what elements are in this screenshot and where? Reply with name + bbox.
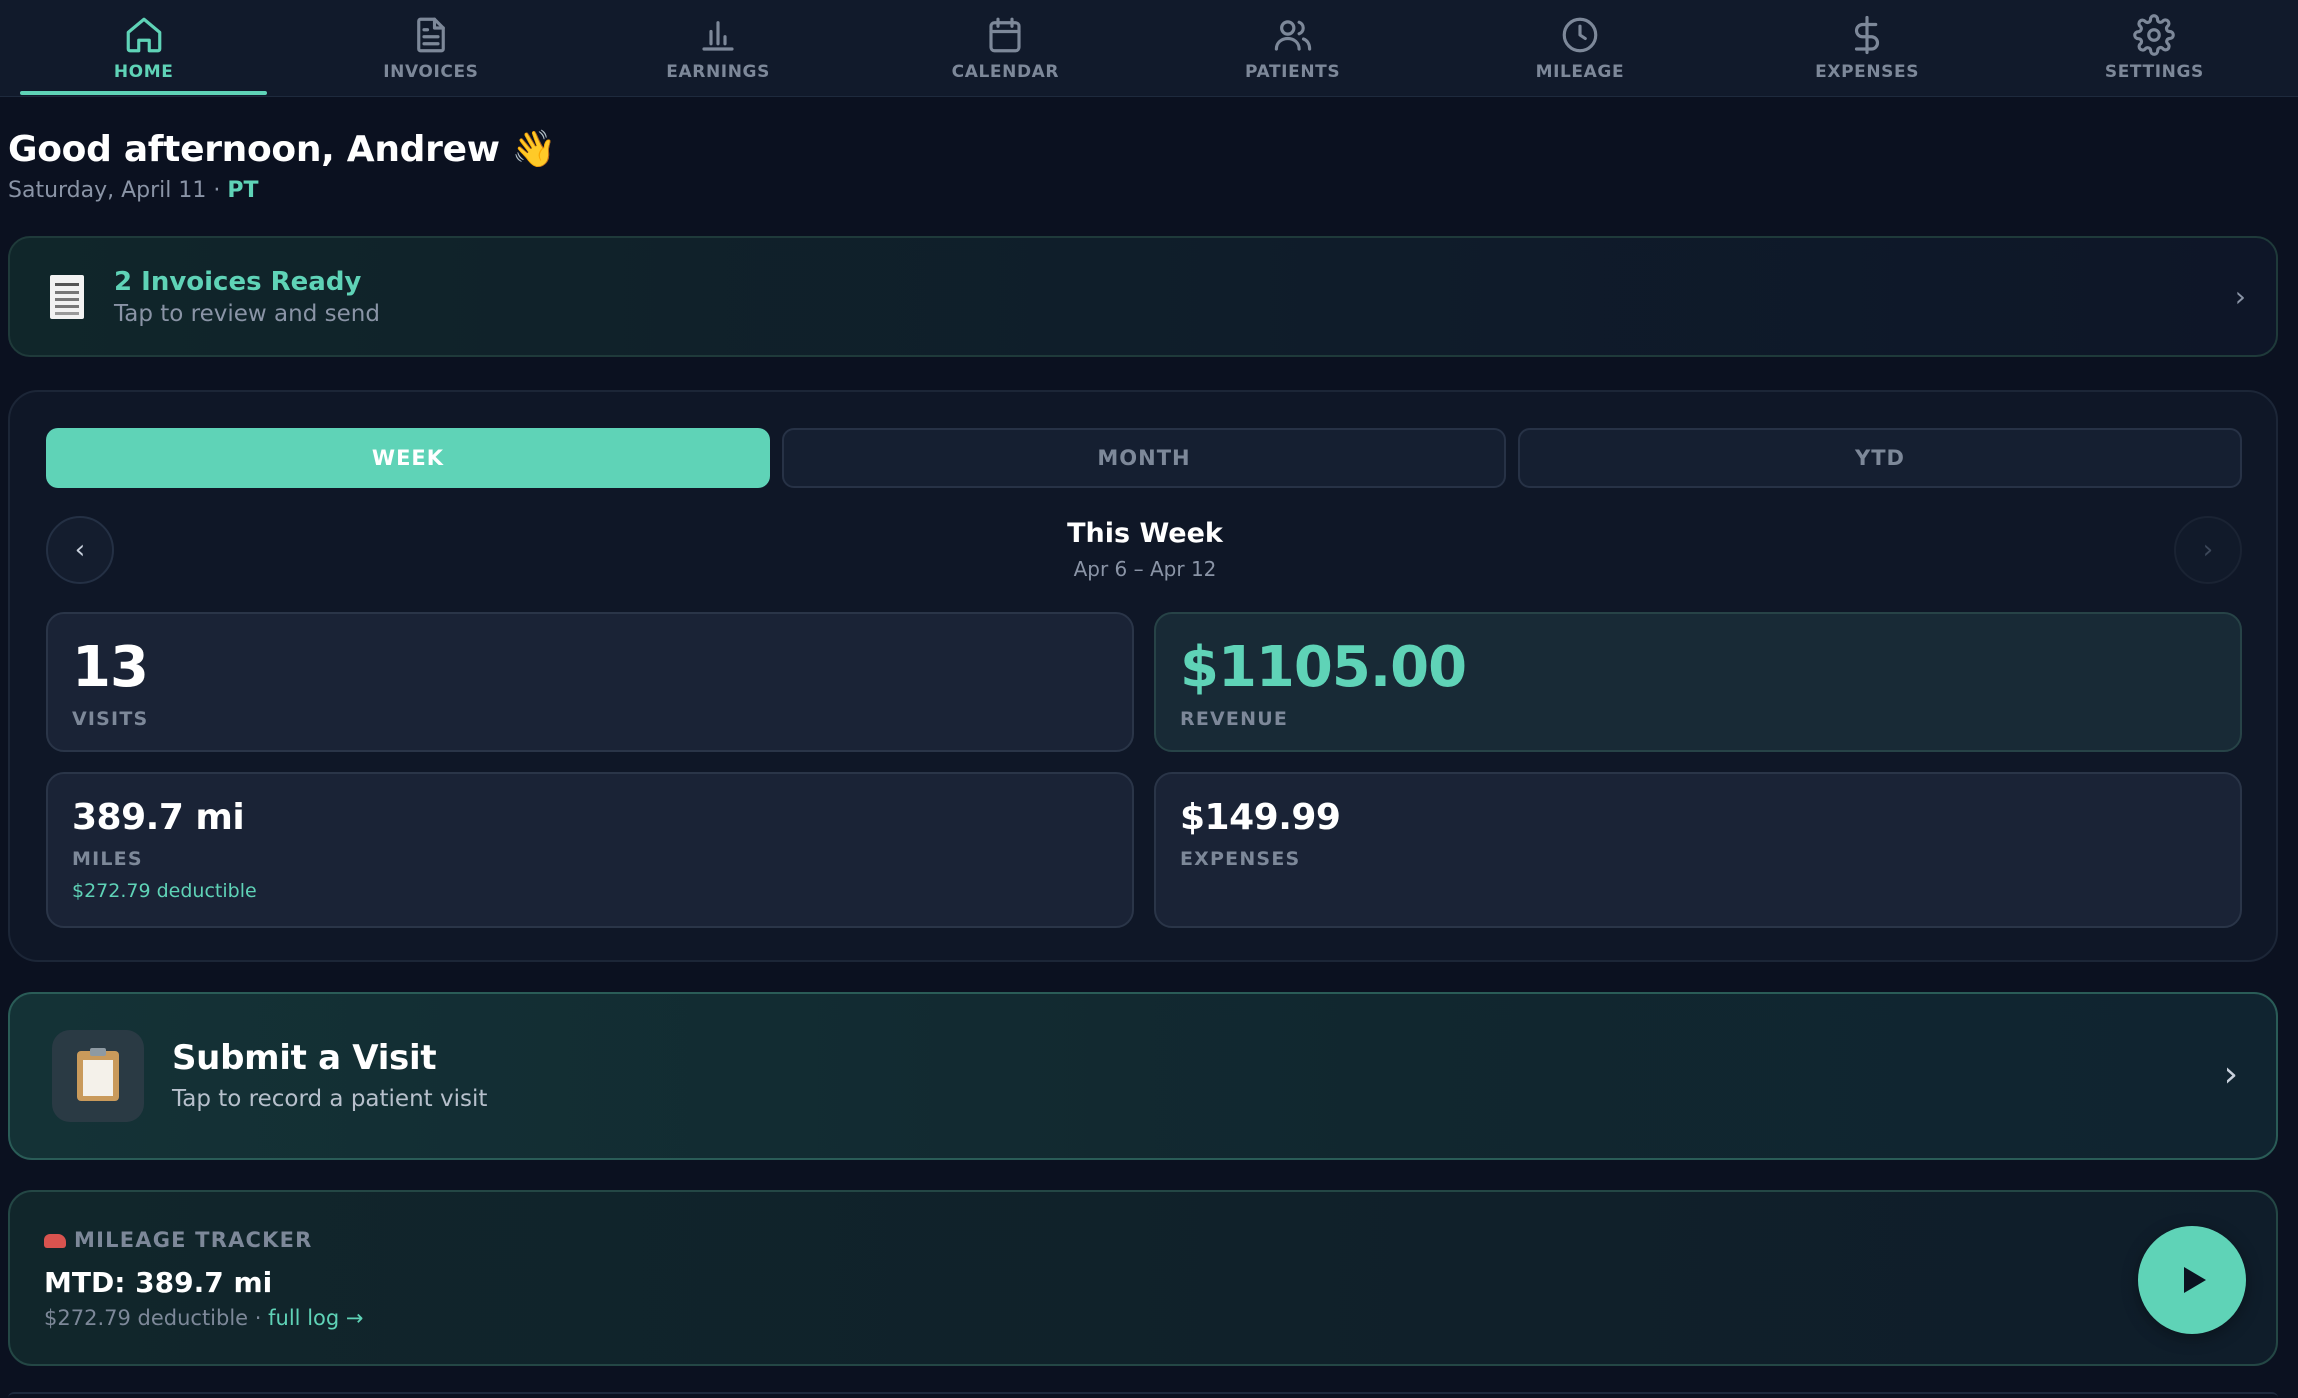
play-icon (2184, 1267, 2206, 1293)
calendar-icon (984, 14, 1026, 56)
mileage-tracker-card: MILEAGE TRACKER MTD: 389.7 mi $272.79 de… (8, 1190, 2278, 1366)
mileage-tracker-heading: MILEAGE TRACKER (44, 1228, 313, 1252)
clipboard-icon (77, 1048, 119, 1101)
visits-value: 13 (72, 635, 149, 700)
revenue-value: $1105.00 (1180, 635, 1467, 700)
invoices-ready-banner[interactable]: 2 Invoices Ready Tap to review and send … (8, 236, 2278, 357)
chevron-right-icon: › (2234, 280, 2246, 313)
greeting-title: Good afternoon, Andrew 👋 (8, 129, 557, 170)
period-title: This Week (1067, 518, 1223, 549)
mileage-deductible: $272.79 deductible · (44, 1306, 269, 1330)
segment-week[interactable]: WEEK (46, 428, 770, 488)
miles-value: 389.7 mi (72, 797, 245, 838)
expenses-card: $149.99 EXPENSES (1154, 772, 2242, 928)
visits-label: VISITS (72, 708, 149, 730)
bar-chart-icon (697, 14, 739, 56)
nav-label-settings: SETTINGS (2104, 62, 2204, 82)
previous-period-button[interactable]: ‹ (46, 516, 114, 584)
nav-item-invoices[interactable]: INVOICES (287, 0, 574, 97)
nav-item-home[interactable]: HOME (0, 0, 287, 97)
nav-item-earnings[interactable]: EARNINGS (575, 0, 862, 97)
active-tab-indicator (20, 91, 268, 95)
period-range: Apr 6 – Apr 12 (1073, 557, 1217, 581)
next-period-button[interactable]: › (2174, 516, 2242, 584)
miles-deductible: $272.79 deductible (72, 880, 257, 902)
visits-card: 13 VISITS (46, 612, 1134, 752)
full-log-link[interactable]: full log → (268, 1306, 363, 1330)
banner-title: 2 Invoices Ready (114, 266, 362, 297)
home-icon (123, 14, 165, 56)
greeting-date: Saturday, April 11 · PT (8, 178, 556, 203)
nav-label-patients: PATIENTS (1245, 62, 1341, 82)
nav-item-settings[interactable]: SETTINGS (2011, 0, 2298, 97)
nav-item-patients[interactable]: PATIENTS (1149, 0, 1436, 97)
revenue-label: REVENUE (1180, 708, 1289, 730)
top-nav: HOME INVOICES EARNINGS CALENDAR PATIENTS… (0, 0, 2298, 97)
nav-item-expenses[interactable]: EXPENSES (1724, 0, 2011, 97)
expenses-value: $149.99 (1180, 797, 1341, 838)
mileage-tracker-title: MILEAGE TRACKER (74, 1228, 313, 1252)
miles-card: 389.7 mi MILES $272.79 deductible (46, 772, 1134, 928)
nav-label-expenses: EXPENSES (1815, 62, 1920, 82)
segment-ytd[interactable]: YTD (1518, 428, 2242, 488)
nav-item-calendar[interactable]: CALENDAR (862, 0, 1149, 97)
users-icon (1272, 14, 1314, 56)
period-header: This Week Apr 6 – Apr 12 (10, 518, 2280, 581)
stats-panel: WEEK MONTH YTD This Week Apr 6 – Apr 12 … (8, 390, 2278, 962)
revenue-card: $1105.00 REVENUE (1154, 612, 2242, 752)
start-tracking-button[interactable] (2138, 1226, 2246, 1334)
timezone-label: PT (227, 178, 259, 203)
expenses-label: EXPENSES (1180, 848, 1301, 870)
dollar-icon (1846, 14, 1888, 56)
receipt-icon (50, 274, 84, 319)
nav-label-home: HOME (113, 62, 174, 82)
segment-month[interactable]: MONTH (782, 428, 1506, 488)
banner-subtitle: Tap to review and send (114, 300, 380, 327)
nav-item-mileage[interactable]: MILEAGE (1436, 0, 1723, 97)
miles-label: MILES (72, 848, 143, 870)
document-icon (410, 14, 452, 56)
mileage-deductible-line: $272.79 deductible · full log → (44, 1306, 363, 1330)
greeting-section: Good afternoon, Andrew 👋 Saturday, April… (8, 128, 557, 203)
car-icon (44, 1234, 66, 1248)
next-card-edge (8, 1392, 2278, 1398)
banner-text: 2 Invoices Ready Tap to review and send (114, 267, 380, 327)
submit-visit-card[interactable]: Submit a Visit Tap to record a patient v… (8, 992, 2278, 1160)
nav-label-calendar: CALENDAR (951, 62, 1060, 82)
date-text: Saturday, April 11 · (8, 178, 228, 203)
gear-icon (2133, 14, 2176, 56)
mileage-mtd: MTD: 389.7 mi (44, 1266, 273, 1299)
clock-icon (1559, 14, 1601, 56)
nav-label-invoices: INVOICES (383, 62, 479, 82)
submit-visit-title: Submit a Visit (172, 1038, 437, 1078)
clipboard-icon-box (52, 1030, 144, 1122)
nav-label-mileage: MILEAGE (1535, 62, 1625, 82)
chevron-right-icon: › (2223, 1054, 2238, 1095)
nav-label-earnings: EARNINGS (666, 62, 770, 82)
submit-visit-subtitle: Tap to record a patient visit (172, 1086, 488, 1112)
